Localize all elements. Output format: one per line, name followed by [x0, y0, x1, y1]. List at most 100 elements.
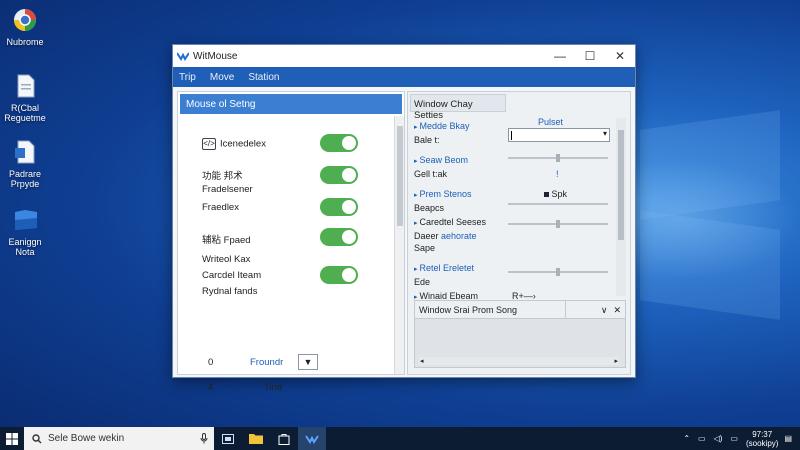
- app-logo-icon: [305, 434, 319, 444]
- right-settings-panel: Window Chay Setties ▸ Medde Bkay Bale t: …: [407, 91, 631, 375]
- setting-row-2: 功能 邦术: [202, 171, 243, 182]
- right-panel-scrollbar[interactable]: [616, 118, 626, 296]
- file-explorer-icon[interactable]: [242, 427, 270, 450]
- left-panel-header: Mouse ol Setng: [180, 94, 402, 114]
- left-panel-scrollbar[interactable]: [394, 116, 404, 374]
- scroll-thumb[interactable]: [618, 130, 624, 240]
- globe-icon: [14, 9, 36, 31]
- toggle-switch-3[interactable]: [320, 198, 358, 216]
- battery-icon[interactable]: ▭: [730, 434, 738, 443]
- taskbar-search-box[interactable]: Sele Bowe wekin: [24, 427, 214, 450]
- setting-row-6: Writeol Kax: [202, 254, 251, 265]
- slider-thumb[interactable]: [556, 154, 560, 162]
- menu-item-station[interactable]: Station: [248, 72, 279, 83]
- found-label: Froundr: [250, 357, 284, 368]
- microphone-icon[interactable]: [200, 433, 208, 444]
- slider-prem[interactable]: [508, 200, 608, 208]
- task-view-icon[interactable]: [214, 427, 242, 450]
- toggle-knob: [342, 168, 356, 182]
- link-icon: </>: [202, 138, 216, 150]
- bullet-icon: ▸: [414, 124, 418, 131]
- setting-label: Medde Bkay: [419, 121, 470, 131]
- text-caret: [511, 131, 512, 140]
- desktop-icon-file-1[interactable]: R(Cbal Reguetme: [2, 72, 48, 123]
- seaw-value: !: [556, 169, 559, 179]
- window-prom-song-box: Window Srai Prom Song ∨ ✕ ◂ ▸: [414, 300, 626, 368]
- task-view-glyph: [222, 433, 234, 444]
- menu-item-trip[interactable]: Trip: [179, 72, 196, 83]
- toggle-switch-2[interactable]: [320, 166, 358, 184]
- found-dropdown-button[interactable]: ▼: [298, 354, 318, 370]
- chevron-down-icon[interactable]: ∨: [601, 305, 608, 316]
- setting-label: Retel Ereletet: [419, 263, 475, 273]
- setting-row-5: 辅粘 Fpaed: [202, 235, 251, 246]
- desktop-icon-label: Eaniggn Nota: [8, 237, 42, 257]
- row-number-0: 0: [208, 357, 214, 368]
- setting-sublabel-link[interactable]: aehorate: [441, 231, 477, 241]
- search-icon: [32, 433, 42, 443]
- close-button[interactable]: ✕: [605, 45, 635, 67]
- toggle-switch-1[interactable]: [320, 134, 358, 152]
- setting-row-medde: ▸ Medde Bkay Bale t:: [414, 120, 470, 146]
- document-icon: [17, 74, 35, 98]
- spk-text: Spk: [551, 189, 568, 199]
- folder-icon: [15, 210, 37, 230]
- desktop-icon-folder[interactable]: Eaniggn Nota: [2, 206, 48, 257]
- bullet-icon: ▸: [414, 220, 418, 227]
- setting-label: Prem Stenos: [419, 189, 472, 199]
- setting-sublabel: Sape: [414, 243, 436, 253]
- setting-label: Caredtel Seeses: [419, 217, 487, 227]
- toggle-switch-4[interactable]: [320, 228, 358, 246]
- volume-icon[interactable]: ◁): [714, 434, 723, 443]
- desktop-icon-file-2[interactable]: Padrare Prpyde: [2, 138, 48, 189]
- setting-sublabel: Gell t:ak: [414, 169, 448, 179]
- toggle-knob: [342, 136, 356, 150]
- left-settings-panel: Mouse ol Setng </> Icenedelex 功能 邦术 Frade…: [177, 91, 405, 393]
- scroll-right-icon[interactable]: ▸: [614, 357, 618, 365]
- toggle-switch-5[interactable]: [320, 266, 358, 284]
- title-bar[interactable]: WitMouse — ☐ ✕: [173, 45, 635, 67]
- network-icon[interactable]: ▭: [698, 434, 706, 443]
- maximize-button[interactable]: ☐: [575, 45, 605, 67]
- close-icon[interactable]: ✕: [613, 305, 621, 316]
- notification-icon[interactable]: ▤: [784, 434, 792, 443]
- preset-label: Pulset: [538, 117, 564, 127]
- slider-thumb[interactable]: [556, 220, 560, 228]
- setting-row-8: Rydnal fands: [202, 286, 258, 297]
- document-icon: [15, 140, 35, 164]
- setting-row-seaw: ▸ Seaw Beom Gell t:ak: [414, 154, 468, 180]
- row-number-4: 4: [208, 382, 214, 393]
- menu-item-move[interactable]: Move: [210, 72, 234, 83]
- clock[interactable]: 97:37 (sookipy): [746, 430, 778, 448]
- chevron-up-icon[interactable]: ⌃: [683, 434, 690, 443]
- setting-label: Icenedelex: [220, 138, 266, 150]
- bullet-icon: ▸: [414, 158, 418, 165]
- tab-window-settings[interactable]: Window Chay Setties: [410, 94, 506, 121]
- clock-time: 97:37: [752, 429, 773, 439]
- scroll-thumb[interactable]: [397, 126, 403, 226]
- preset-select[interactable]: ▾: [508, 128, 610, 142]
- toggle-knob: [342, 268, 356, 282]
- setting-row-7: Carcdel Iteam: [202, 270, 262, 281]
- minimize-button[interactable]: —: [545, 45, 575, 67]
- slider-seaw[interactable]: [508, 154, 608, 162]
- windows-logo-icon: [6, 432, 18, 445]
- setting-sublabel: Bale t:: [414, 135, 440, 145]
- app-taskbar-icon[interactable]: [298, 427, 326, 450]
- clock-date: (sookipy): [745, 438, 779, 448]
- setting-label: Seaw Beom: [419, 155, 469, 165]
- slider-thumb[interactable]: [556, 268, 560, 276]
- setting-row-3: Fradelsener: [202, 184, 253, 195]
- slider-caredtel[interactable]: [508, 220, 608, 228]
- folder-glyph: [249, 434, 263, 444]
- setting-sublabel: Ede: [414, 277, 431, 287]
- slider-retel[interactable]: [508, 268, 608, 276]
- start-button[interactable]: [0, 427, 24, 450]
- store-icon[interactable]: [270, 427, 298, 450]
- bag-glyph: [278, 433, 290, 445]
- tind-label: Tind: [264, 382, 283, 393]
- setting-row-1: </> Icenedelex: [202, 138, 266, 150]
- bottom-box-hscrollbar[interactable]: ◂ ▸: [419, 357, 619, 365]
- desktop-icon-browser[interactable]: Nubrome: [2, 6, 48, 47]
- scroll-left-icon[interactable]: ◂: [420, 357, 424, 365]
